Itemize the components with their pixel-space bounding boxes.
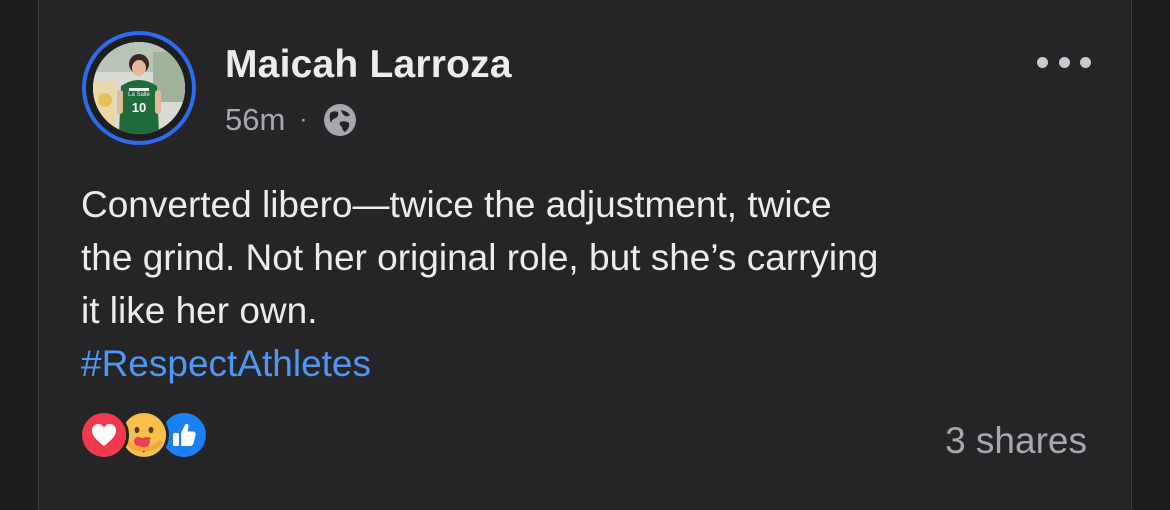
jersey-text: La Salle bbox=[128, 92, 150, 98]
post-text-line: the grind. Not her original role, but sh… bbox=[81, 237, 879, 278]
profile-avatar-story-ring[interactable]: La Salle 10 bbox=[82, 31, 196, 145]
meta-separator: · bbox=[299, 106, 308, 133]
avatar[interactable]: La Salle 10 bbox=[93, 42, 185, 134]
avatar-photo: La Salle 10 bbox=[93, 42, 185, 134]
post-text: Converted libero—twice the adjustment, t… bbox=[81, 178, 1111, 390]
post-text-line: it like her own. bbox=[81, 290, 318, 331]
globe-icon bbox=[321, 101, 359, 139]
love-reaction-icon bbox=[79, 410, 129, 460]
post-meta: 56m · bbox=[225, 100, 359, 140]
reactions-summary[interactable] bbox=[79, 410, 229, 460]
jersey-number: 10 bbox=[132, 100, 146, 115]
author-name[interactable]: Maicah Larroza bbox=[225, 43, 512, 87]
more-dot-1 bbox=[1037, 56, 1048, 68]
hashtag-link[interactable]: #RespectAthletes bbox=[81, 343, 371, 384]
post-card: La Salle 10 Maicah Larroza 56m · Convert… bbox=[38, 0, 1132, 510]
more-dot-3 bbox=[1080, 56, 1091, 68]
more-dot-2 bbox=[1058, 56, 1070, 68]
more-options-button[interactable] bbox=[1037, 52, 1091, 72]
shares-count[interactable]: 3 shares bbox=[945, 420, 1087, 462]
post-timestamp[interactable]: 56m bbox=[225, 102, 285, 138]
post-text-line: Converted libero—twice the adjustment, t… bbox=[81, 184, 832, 225]
screen: La Salle 10 Maicah Larroza 56m · Convert… bbox=[0, 0, 1170, 510]
